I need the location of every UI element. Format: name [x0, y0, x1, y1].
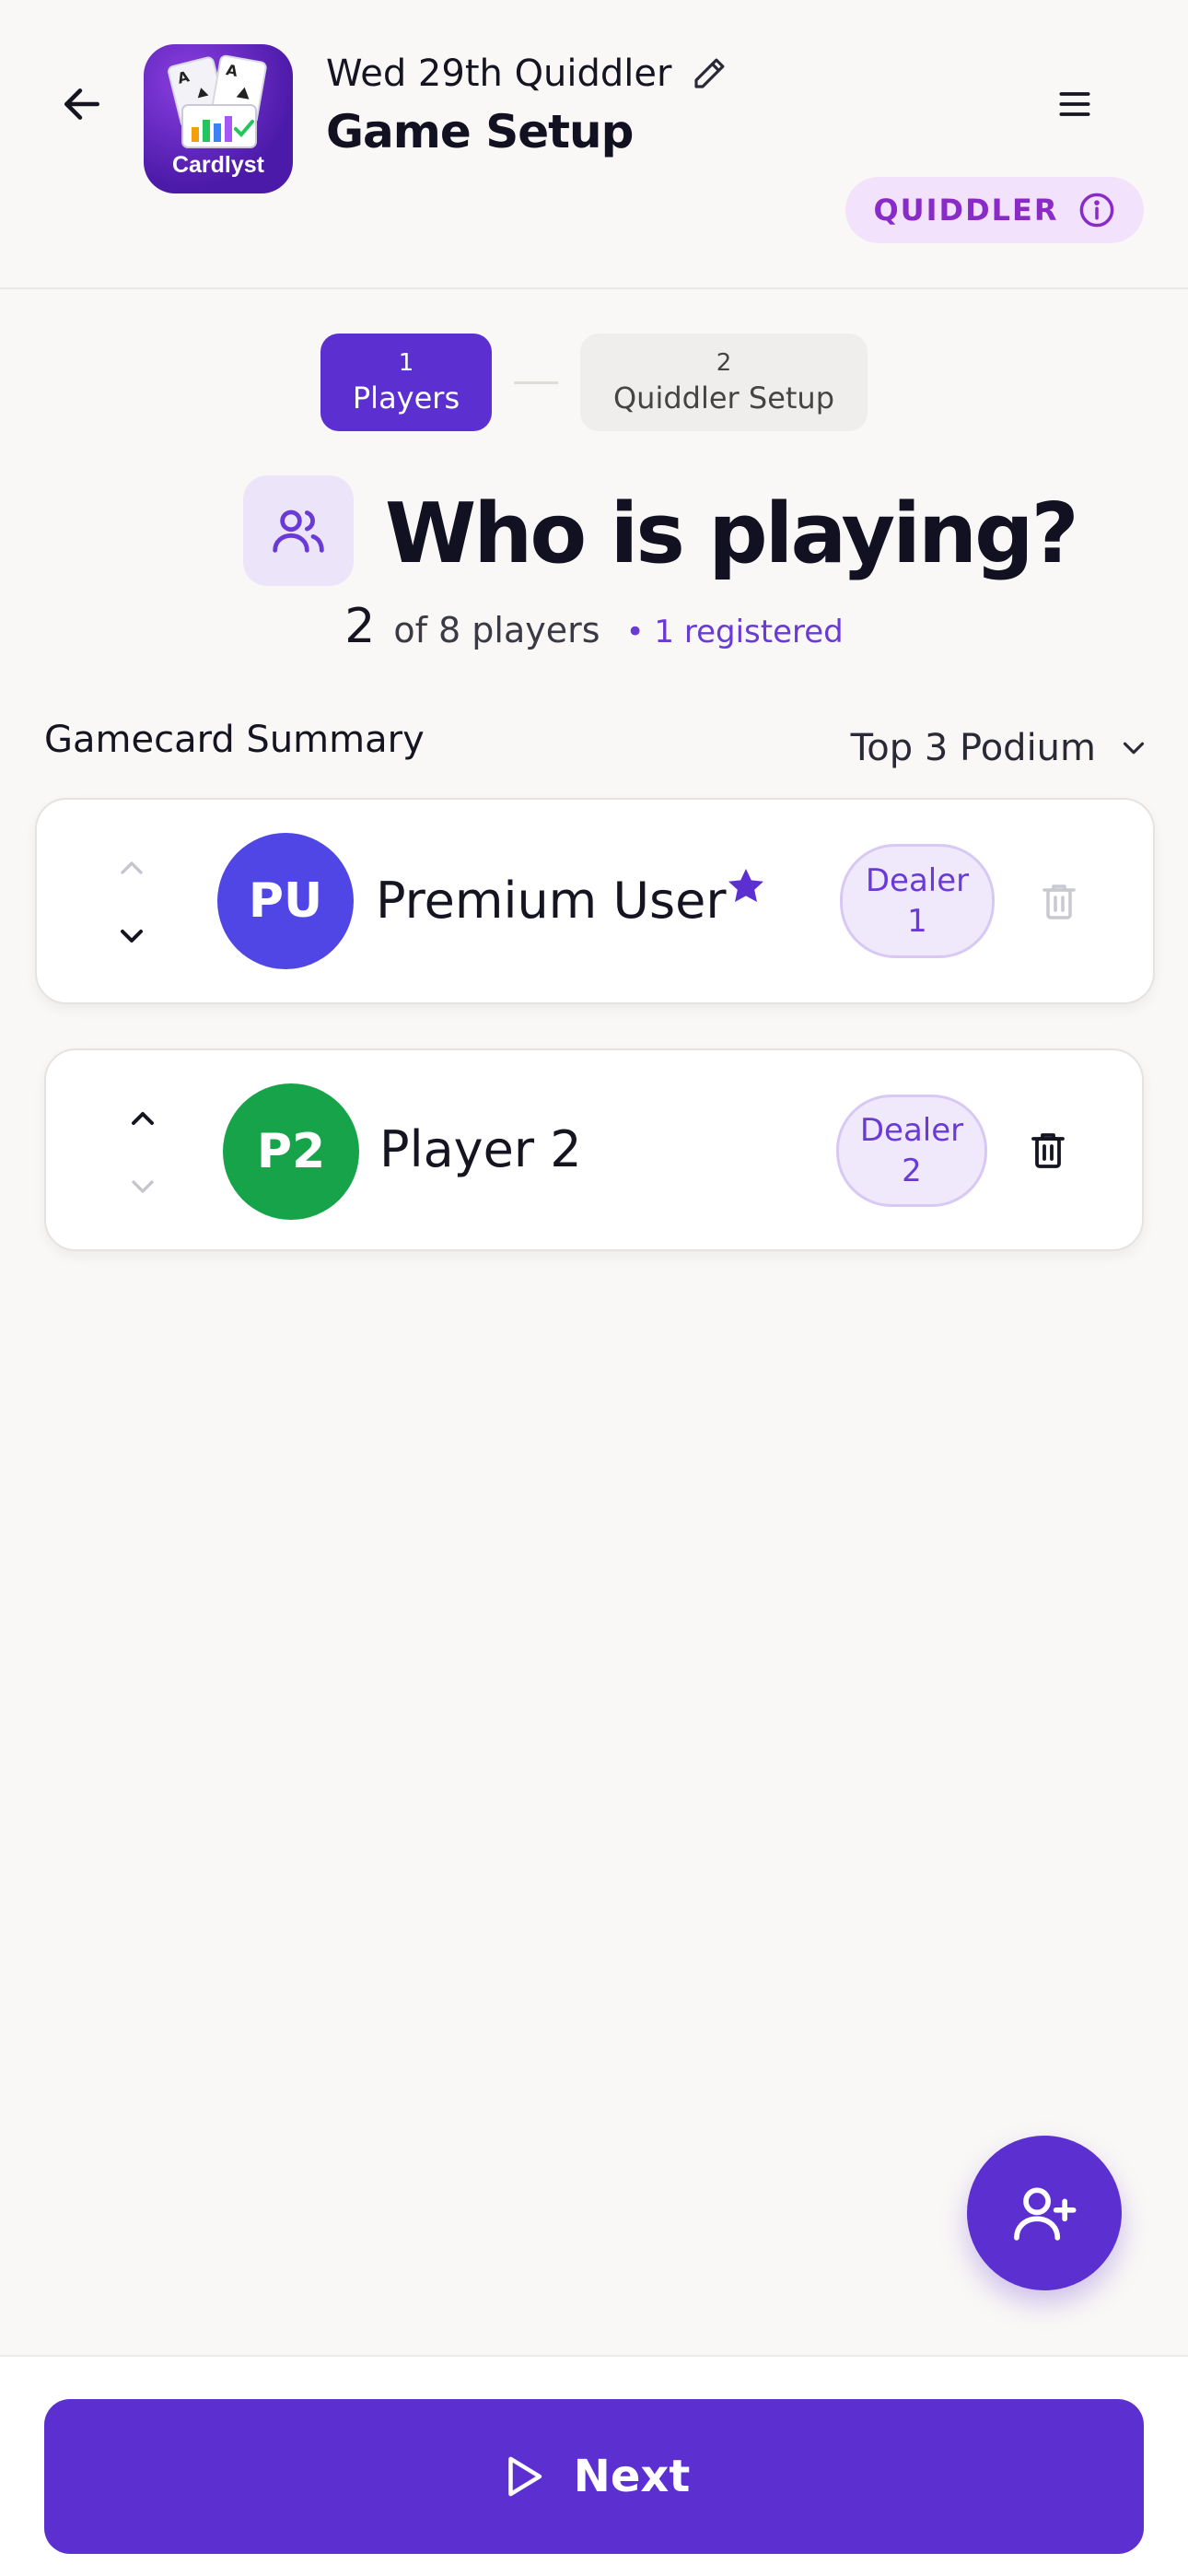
- move-up-button[interactable]: [99, 840, 164, 896]
- trash-icon: [1031, 1133, 1065, 1168]
- info-icon[interactable]: [1077, 191, 1116, 229]
- step-number: 2: [716, 349, 732, 377]
- setup-stepper: 1 Players 2 Quiddler Setup: [0, 334, 1188, 431]
- delete-player-button[interactable]: [1013, 1115, 1083, 1185]
- move-down-button[interactable]: [99, 908, 164, 964]
- app-logo: A A Cardlyst: [144, 44, 293, 193]
- add-player-button[interactable]: [967, 2136, 1122, 2290]
- chevron-down-icon: [1123, 742, 1145, 755]
- menu-button[interactable]: [1041, 70, 1109, 138]
- dealer-label: Dealer: [859, 1112, 964, 1149]
- players-hero-icon: [243, 475, 354, 586]
- step-connector: [514, 381, 558, 384]
- dealer-label: Dealer: [865, 862, 970, 899]
- player-name[interactable]: Player 2: [379, 1120, 582, 1178]
- hamburger-icon: [1059, 92, 1090, 116]
- game-name-row[interactable]: Wed 29th Quiddler: [326, 46, 728, 101]
- player-count-row: 2 of 8 players • 1 registered: [0, 599, 1188, 673]
- trash-icon: [1042, 884, 1076, 919]
- users-icon: [273, 509, 324, 553]
- player-name[interactable]: Premium User: [376, 872, 727, 930]
- chevron-down-icon: [121, 930, 143, 943]
- avatar-initials: P2: [256, 1124, 326, 1179]
- dealer-badge[interactable]: Dealer 1: [840, 844, 995, 958]
- step-number: 1: [398, 349, 414, 377]
- step-label: Players: [352, 381, 460, 416]
- app-header: A A Cardlyst Wed 29th Quiddler Game Setu…: [0, 0, 1188, 289]
- chevron-up-icon: [132, 1112, 154, 1125]
- game-type-badge[interactable]: QUIDDLER: [845, 177, 1144, 243]
- back-button[interactable]: [48, 70, 116, 138]
- avatar: PU: [217, 833, 354, 969]
- page-title: Game Setup: [326, 105, 634, 158]
- logo-wordmark: Cardlyst: [171, 152, 265, 178]
- gamecard-summary-label: Gamecard Summary: [44, 719, 425, 761]
- next-label: Next: [573, 2451, 691, 2502]
- pencil-icon[interactable]: [690, 54, 728, 93]
- next-button[interactable]: Next: [44, 2399, 1144, 2554]
- dealer-badge[interactable]: Dealer 2: [836, 1095, 987, 1207]
- registered-count: • 1 registered: [625, 614, 844, 650]
- player-limit: of 8 players: [393, 610, 600, 650]
- step-label: Quiddler Setup: [612, 381, 835, 416]
- dealer-number: 1: [907, 903, 927, 940]
- section-heading: Who is playing?: [385, 486, 1079, 582]
- summary-selected-value: Top 3 Podium: [850, 727, 1096, 769]
- avatar: P2: [223, 1083, 359, 1220]
- chevron-up-icon: [121, 861, 143, 874]
- play-icon: [507, 2456, 542, 2497]
- chevron-down-icon: [132, 1180, 154, 1193]
- player-card[interactable]: P2 Player 2 Dealer 2: [44, 1048, 1144, 1251]
- summary-select[interactable]: Top 3 Podium: [838, 711, 1151, 785]
- game-name[interactable]: Wed 29th Quiddler: [326, 53, 671, 95]
- arrow-left-icon: [64, 88, 99, 120]
- move-down-button[interactable]: [111, 1159, 175, 1214]
- player-card[interactable]: PU Premium User Dealer 1: [35, 798, 1155, 1004]
- move-up-button[interactable]: [111, 1091, 175, 1146]
- avatar-initials: PU: [248, 873, 323, 929]
- game-type-label: QUIDDLER: [873, 193, 1059, 228]
- delete-player-button[interactable]: [1024, 866, 1094, 936]
- dealer-number: 2: [902, 1153, 922, 1189]
- step-players[interactable]: 1 Players: [320, 334, 492, 431]
- user-plus-icon: [1014, 2187, 1077, 2241]
- player-count: 2: [344, 599, 376, 654]
- star-icon: [728, 869, 763, 902]
- step-game-setup[interactable]: 2 Quiddler Setup: [580, 334, 868, 431]
